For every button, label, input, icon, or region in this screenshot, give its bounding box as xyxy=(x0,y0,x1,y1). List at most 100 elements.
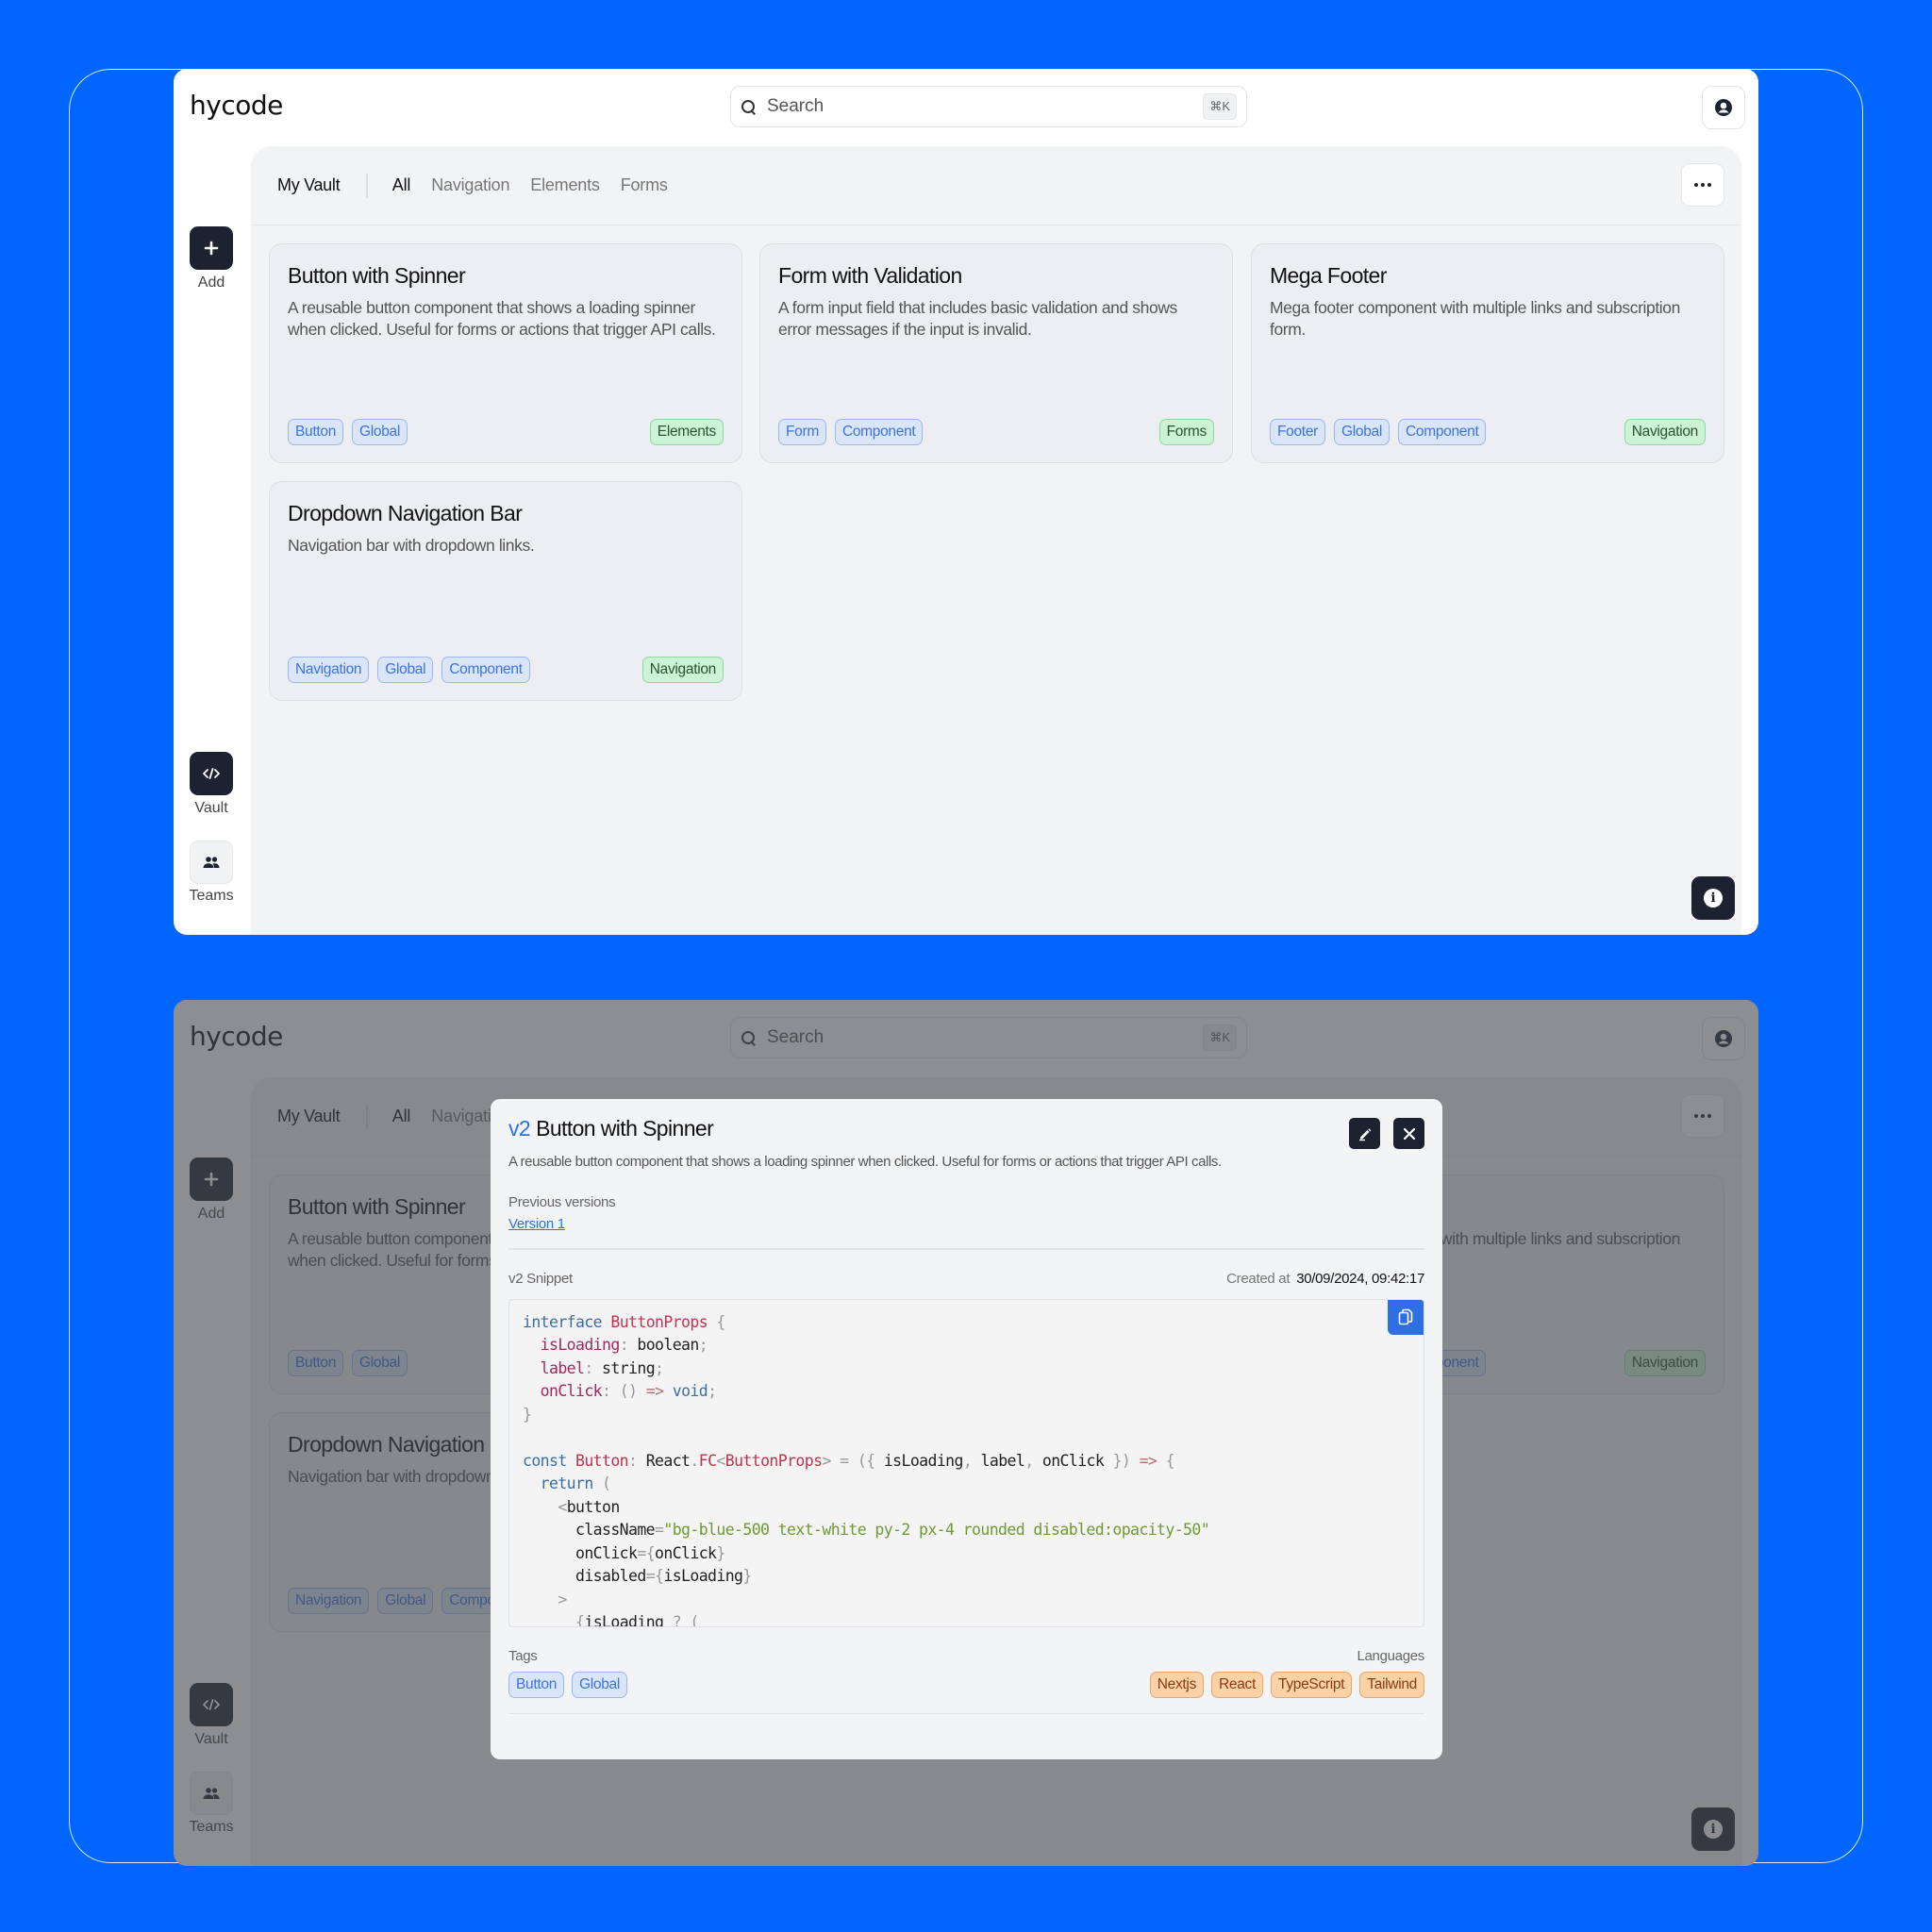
vault-label: Vault xyxy=(194,1731,228,1747)
sidebar-item-vault[interactable] xyxy=(190,752,233,795)
tag-pill[interactable]: Navigation xyxy=(288,1588,370,1614)
tag-pill[interactable]: Global xyxy=(1334,419,1391,445)
modal-title-text: Button with Spinner xyxy=(536,1116,714,1141)
sidebar-item-vault[interactable] xyxy=(190,1683,233,1726)
created-at: Created at 30/09/2024, 09:42:17 xyxy=(1226,1271,1424,1287)
user-avatar-button[interactable] xyxy=(1702,86,1745,129)
tag-pill[interactable]: Component xyxy=(441,657,530,683)
screen-vault-list: hycode Search ⌘K Add Vault Teams My Vaul… xyxy=(174,69,1758,935)
info-button[interactable]: i xyxy=(1691,876,1735,920)
component-card[interactable]: Dropdown Navigation Bar Navigation bar w… xyxy=(269,481,742,701)
info-icon: i xyxy=(1704,889,1723,908)
pencil-icon xyxy=(1358,1127,1371,1141)
category-badge: Navigation xyxy=(1624,419,1706,445)
search-icon xyxy=(741,99,756,114)
tag-pill[interactable]: Form xyxy=(778,419,826,445)
app-logo[interactable]: hycode xyxy=(190,1021,283,1052)
component-card[interactable]: Mega Footer Mega footer component with m… xyxy=(1251,243,1724,463)
tab-all[interactable]: All xyxy=(392,175,411,195)
tag-pill[interactable]: Global xyxy=(572,1671,628,1698)
tag-pill[interactable]: Button xyxy=(288,419,344,445)
sidebar-item-teams[interactable] xyxy=(190,1772,233,1815)
tag-pill[interactable]: Global xyxy=(352,1350,408,1376)
search-placeholder: Search xyxy=(767,96,824,116)
languages-section: Languages Nextjs React TypeScript Tailwi… xyxy=(1149,1647,1424,1698)
divider xyxy=(508,1248,1424,1250)
tag-pill[interactable]: Footer xyxy=(1270,419,1325,445)
modal-title: v2 Button with Spinner xyxy=(508,1116,1424,1141)
created-at-label: Created at xyxy=(1226,1270,1291,1287)
card-tags: Button Global xyxy=(288,419,408,445)
tab-all[interactable]: All xyxy=(392,1107,411,1126)
search-input[interactable]: Search ⌘K xyxy=(730,86,1247,127)
info-button[interactable]: i xyxy=(1691,1807,1735,1851)
category-badge: Elements xyxy=(649,419,724,445)
tags-label: Tags xyxy=(508,1647,538,1664)
user-circle-icon xyxy=(1715,99,1732,116)
modal-actions xyxy=(1349,1118,1424,1149)
search-input[interactable]: Search ⌘K xyxy=(730,1017,1247,1058)
app-logo[interactable]: hycode xyxy=(190,90,283,121)
ellipsis-icon xyxy=(1694,1114,1698,1118)
info-icon: i xyxy=(1704,1820,1723,1839)
tag-pill[interactable]: Global xyxy=(377,657,434,683)
tag-pill[interactable]: Global xyxy=(352,419,408,445)
card-title: Button with Spinner xyxy=(288,263,466,288)
tab-forms[interactable]: Forms xyxy=(621,175,668,195)
tag-pill[interactable]: Component xyxy=(1398,419,1487,445)
card-tags: Footer Global Component xyxy=(1270,419,1487,445)
users-icon xyxy=(203,857,220,868)
add-label: Add xyxy=(197,1206,225,1222)
tags-list: Button Global xyxy=(508,1671,628,1698)
category-badge: Navigation xyxy=(1624,1350,1706,1376)
code-snippet[interactable]: interface ButtonProps { isLoading: boole… xyxy=(508,1298,1424,1627)
edit-button[interactable] xyxy=(1349,1118,1380,1149)
plus-icon xyxy=(204,1172,219,1187)
more-options-button[interactable] xyxy=(1681,163,1724,207)
language-pill[interactable]: Nextjs xyxy=(1149,1671,1205,1698)
main-panel: My Vault All Navigation Elements Forms B… xyxy=(251,146,1741,935)
copy-button[interactable] xyxy=(1388,1299,1424,1335)
add-button[interactable] xyxy=(190,226,233,270)
tag-pill[interactable]: Navigation xyxy=(288,657,370,683)
card-title: Dropdown Navigation Bar xyxy=(288,501,523,525)
tag-pill[interactable]: Global xyxy=(377,1588,434,1614)
vault-title: My Vault xyxy=(277,175,341,194)
card-title: Mega Footer xyxy=(1270,263,1387,288)
more-options-button[interactable] xyxy=(1681,1094,1724,1138)
add-label: Add xyxy=(197,275,225,291)
languages-list: Nextjs React TypeScript Tailwind xyxy=(1149,1671,1424,1698)
language-pill[interactable]: Tailwind xyxy=(1359,1671,1424,1698)
tab-divider xyxy=(366,1104,368,1129)
tab-divider xyxy=(366,173,368,198)
user-avatar-button[interactable] xyxy=(1702,1017,1745,1060)
language-pill[interactable]: TypeScript xyxy=(1271,1671,1353,1698)
tab-bar: My Vault All Navigation Elements Forms xyxy=(251,146,1741,225)
vault-title: My Vault xyxy=(277,1107,341,1125)
language-pill[interactable]: React xyxy=(1211,1671,1264,1698)
card-description: A form input field that includes basic v… xyxy=(778,298,1177,339)
languages-label: Languages xyxy=(1357,1647,1424,1664)
close-icon xyxy=(1403,1127,1415,1140)
close-button[interactable] xyxy=(1393,1118,1424,1149)
users-icon xyxy=(203,1788,220,1799)
search-icon xyxy=(741,1030,756,1045)
sidebar-item-teams[interactable] xyxy=(190,841,233,884)
component-card[interactable]: Form with Validation A form input field … xyxy=(759,243,1233,463)
category-badge: Forms xyxy=(1158,419,1214,445)
add-button[interactable] xyxy=(190,1158,233,1201)
previous-version-link[interactable]: Version 1 xyxy=(508,1216,565,1232)
code-icon xyxy=(203,768,220,779)
card-description: Navigation bar with dropdown links. xyxy=(288,536,535,555)
tab-elements[interactable]: Elements xyxy=(530,175,600,195)
version-badge: v2 xyxy=(508,1116,531,1141)
tab-navigation[interactable]: Navigation xyxy=(431,175,509,195)
tag-pill[interactable]: Button xyxy=(288,1350,344,1376)
previous-versions-label: Previous versions xyxy=(508,1194,616,1210)
tag-pill[interactable]: Button xyxy=(508,1671,565,1698)
snippet-header: v2 Snippet Created at 30/09/2024, 09:42:1… xyxy=(508,1271,1424,1287)
snippet-label: v2 Snippet xyxy=(508,1270,573,1287)
tag-pill[interactable]: Component xyxy=(834,419,924,445)
component-card[interactable]: Button with Spinner A reusable button co… xyxy=(269,243,742,463)
copy-icon xyxy=(1398,1308,1413,1325)
